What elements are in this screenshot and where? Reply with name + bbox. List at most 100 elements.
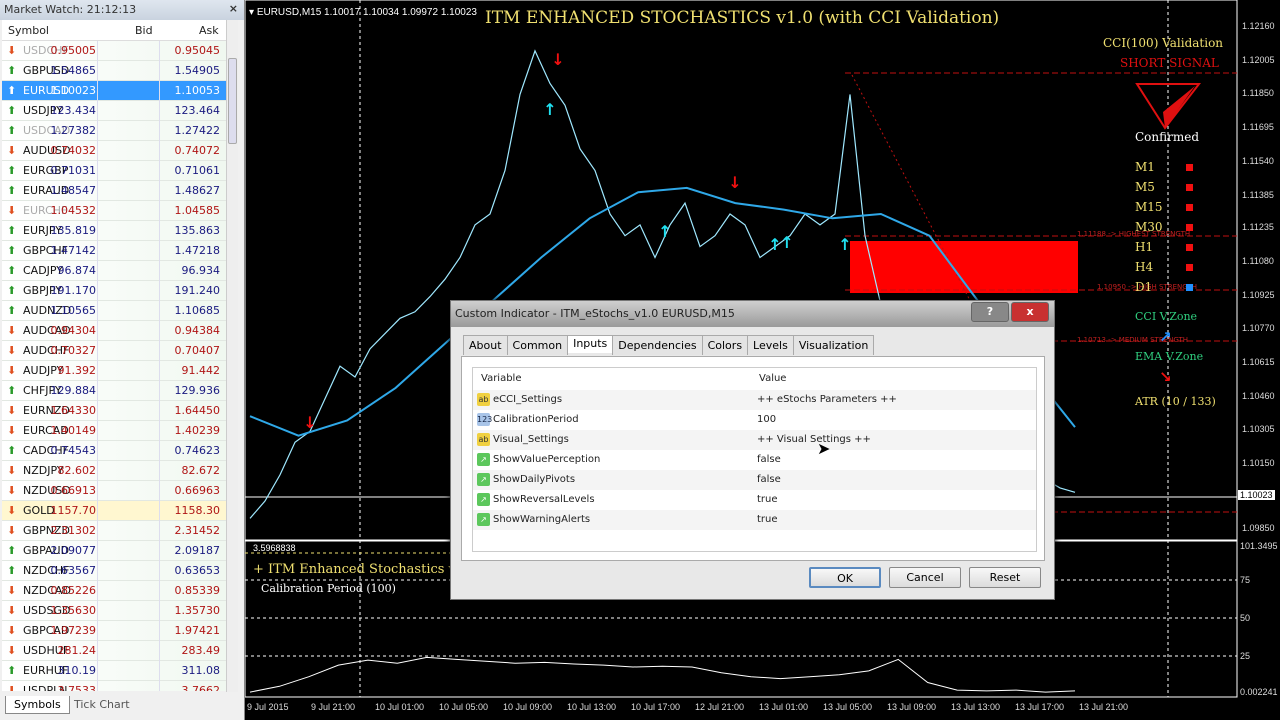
symbol-row[interactable]: ⬆ GBPAUD 2.09077 2.09187 — [2, 541, 226, 561]
symbol-row[interactable]: ⬇ USDPLN 3.7533 3.7662 — [2, 681, 226, 691]
tab-symbols[interactable]: Symbols — [5, 696, 70, 714]
symbol-row[interactable]: ⬆ GBPJPY 191.170 191.240 — [2, 281, 226, 301]
symbol-row[interactable]: ⬆ EURHUF 310.19 311.08 — [2, 661, 226, 681]
divider — [159, 261, 160, 281]
tab-dependencies[interactable]: Dependencies — [612, 335, 703, 355]
tab-inputs[interactable]: Inputs — [567, 335, 614, 353]
ok-button[interactable]: OK — [809, 567, 881, 588]
symbol-row[interactable]: ⬇ USDHUF 281.24 283.49 — [2, 641, 226, 661]
time-tick: 13 Jul 13:00 — [951, 702, 1001, 712]
symbol-row[interactable]: ⬇ EURNZD 1.64330 1.64450 — [2, 401, 226, 421]
symbol-row[interactable]: ⬇ EURCHF 1.04532 1.04585 — [2, 201, 226, 221]
symbol-row[interactable]: ⬆ EURJPY 135.819 135.863 — [2, 221, 226, 241]
tab-levels[interactable]: Levels — [747, 335, 794, 355]
close-button[interactable]: x — [1011, 302, 1049, 322]
ask-price: 0.66963 — [174, 484, 221, 497]
symbol-row[interactable]: ⬇ GBPCAD 1.97239 1.97421 — [2, 621, 226, 641]
symbol-row[interactable]: ⬆ USDCAD 1.27382 1.27422 — [2, 121, 226, 141]
symbol-row[interactable]: ⬆ NZDCHF 0.63567 0.63653 — [2, 561, 226, 581]
symbol-row[interactable]: ⬇ AUDJPY 91.392 91.442 — [2, 361, 226, 381]
tab-common[interactable]: Common — [506, 335, 569, 355]
symbol-row[interactable]: ⬆ CADJPY 96.874 96.934 — [2, 261, 226, 281]
tab-tick-chart[interactable]: Tick Chart — [66, 696, 138, 713]
symbol-row[interactable]: ⬆ CHFJPY 129.884 129.936 — [2, 381, 226, 401]
divider — [97, 661, 98, 681]
sell-arrow-icon: ↓ — [728, 173, 741, 192]
help-button[interactable]: ? — [971, 302, 1009, 322]
bid-price: 310.19 — [57, 664, 97, 677]
symbol-row[interactable]: ⬇ GOLD 1157.70 1158.30 — [2, 501, 226, 521]
cancel-button[interactable]: Cancel — [889, 567, 961, 588]
param-row[interactable]: ↗ ShowValuePerception false — [473, 450, 1036, 470]
arrow-down-icon: ⬇ — [7, 324, 17, 337]
dialog-title: Custom Indicator - ITM_eStochs_v1.0 EURU… — [455, 307, 735, 320]
chart-info: ▾ EURUSD,M15 1.10017 1.10034 1.09972 1.1… — [249, 7, 477, 18]
reset-button[interactable]: Reset — [969, 567, 1041, 588]
divider — [159, 281, 160, 301]
stochastic-line — [249, 656, 1076, 693]
scrollbar-thumb[interactable] — [228, 58, 237, 144]
param-value[interactable]: ++ Visual Settings ++ — [757, 434, 871, 445]
param-row[interactable]: ↗ ShowDailyPivots false — [473, 470, 1036, 490]
timeframe-status-dot — [1186, 244, 1193, 251]
symbol-row[interactable]: ⬇ NZDCAD 0.85226 0.85339 — [2, 581, 226, 601]
param-value[interactable]: true — [757, 514, 778, 525]
market-watch-panel: Market Watch: 21:12:13 × Symbol Bid Ask … — [0, 0, 245, 720]
divider — [97, 381, 98, 401]
level-25: 25 — [1240, 651, 1251, 661]
symbol-row[interactable]: ⬆ AUDNZD 1.10565 1.10685 — [2, 301, 226, 321]
column-symbol[interactable]: Symbol — [8, 24, 49, 37]
symbol-row[interactable]: ⬇ AUDUSD 0.74032 0.74072 — [2, 141, 226, 161]
tab-colors[interactable]: Colors — [701, 335, 749, 355]
symbol-row[interactable]: ⬆ EURGBP 0.71031 0.71061 — [2, 161, 226, 181]
price-tick: 1.11080 — [1242, 255, 1274, 266]
symbol-row[interactable]: ⬇ USDSGD 1.35630 1.35730 — [2, 601, 226, 621]
divider — [159, 221, 160, 241]
divider — [159, 101, 160, 121]
symbol-row[interactable]: ⬆ GBPUSD 1.54865 1.54905 — [2, 61, 226, 81]
timeframe-status-dot — [1186, 204, 1193, 211]
param-row[interactable]: 123 CalibrationPeriod 100 — [473, 410, 1036, 430]
symbol-row[interactable]: ⬆ EURAUD 1.48547 1.48627 — [2, 181, 226, 201]
symbol-row[interactable]: ⬆ USDJPY 123.434 123.464 — [2, 101, 226, 121]
param-row[interactable]: ↗ ShowWarningAlerts true — [473, 510, 1036, 530]
symbol-row[interactable]: ⬇ NZDUSD 0.66913 0.66963 — [2, 481, 226, 501]
close-icon[interactable]: × — [229, 2, 238, 15]
param-row[interactable]: ↗ ShowReversalLevels true — [473, 490, 1036, 510]
bid-price: 96.874 — [57, 264, 97, 277]
divider — [97, 141, 98, 161]
calibration-label: Calibration Period (100) — [261, 582, 396, 595]
bid-price: 1.27382 — [50, 124, 97, 137]
param-value[interactable]: true — [757, 494, 778, 505]
arrow-up-icon: ⬆ — [7, 104, 17, 117]
param-name: ShowDailyPivots — [493, 474, 576, 485]
divider — [159, 441, 160, 461]
price-tick: 1.12005 — [1242, 54, 1275, 65]
column-ask[interactable]: Ask — [199, 24, 219, 37]
divider — [97, 121, 98, 141]
symbol-row[interactable]: ⬆ CADCHF 0.74543 0.74623 — [2, 441, 226, 461]
param-row[interactable]: ab Visual_Settings ++ Visual Settings ++ — [473, 430, 1036, 450]
param-value[interactable]: false — [757, 454, 781, 465]
tab-visualization[interactable]: Visualization — [792, 335, 875, 355]
symbol-row[interactable]: ⬇ GBPNZD 2.31302 2.31452 — [2, 521, 226, 541]
symbol-row[interactable]: ⬆ GBPCHF 1.47142 1.47218 — [2, 241, 226, 261]
scrollbar[interactable] — [226, 20, 238, 692]
ask-price: 0.85339 — [174, 584, 221, 597]
symbol-row[interactable]: ⬇ EURCAD 1.40149 1.40239 — [2, 421, 226, 441]
divider — [159, 621, 160, 641]
symbol-row[interactable]: ⬇ USDCHF 0.95005 0.95045 — [2, 41, 226, 61]
divider — [159, 61, 160, 81]
symbol-row[interactable]: ⬇ AUDCAD 0.94304 0.94384 — [2, 321, 226, 341]
symbol-row[interactable]: ⬇ NZDJPY 82.602 82.672 — [2, 461, 226, 481]
column-bid[interactable]: Bid — [135, 24, 153, 37]
param-value[interactable]: 100 — [757, 414, 776, 425]
custom-indicator-dialog: Custom Indicator - ITM_eStochs_v1.0 EURU… — [450, 300, 1055, 600]
param-value[interactable]: ++ eStochs Parameters ++ — [757, 394, 897, 405]
param-row[interactable]: ab eCCI_Settings ++ eStochs Parameters ++ — [473, 390, 1036, 410]
tab-about[interactable]: About — [463, 335, 508, 355]
symbol-row[interactable]: ⬆ EURUSD 1.10023 1.10053 — [2, 81, 226, 101]
symbol-row[interactable]: ⬇ AUDCHF 0.70327 0.70407 — [2, 341, 226, 361]
timeframe-label: M30 — [1135, 220, 1163, 234]
param-value[interactable]: false — [757, 474, 781, 485]
